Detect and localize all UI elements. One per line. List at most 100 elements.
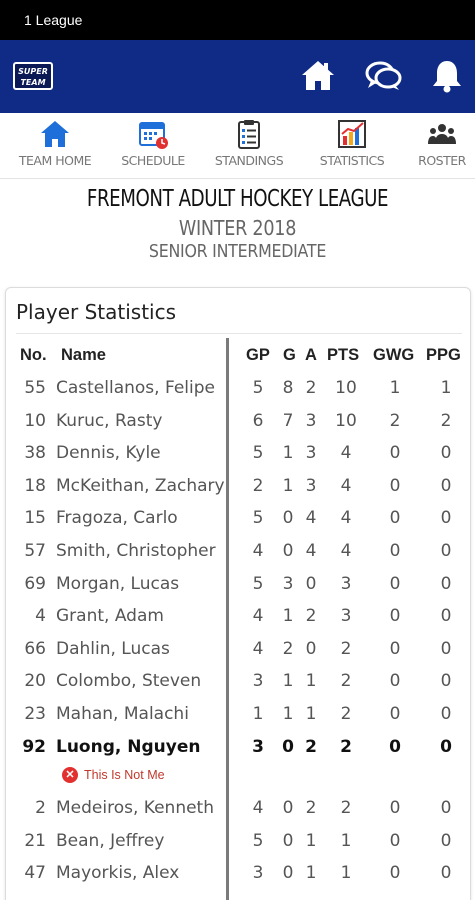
league-title: FREMONT ADULT HOCKEY LEAGUE — [86, 186, 389, 212]
league-season: WINTER 2018 — [178, 216, 297, 240]
stat-ppg: 0 — [440, 443, 452, 464]
stat-gwg: 0 — [389, 606, 401, 627]
stat-pts: 4 — [340, 475, 352, 496]
league-division: SENIOR INTERMEDIATE — [148, 241, 327, 262]
stat-a: 3 — [305, 410, 317, 431]
bell-icon[interactable] — [427, 56, 467, 96]
tab-schedule[interactable]: Schedule — [117, 113, 189, 179]
table-row[interactable]: 55 Castellanos, Felipe 5 8 2 10 1 1 — [6, 373, 470, 405]
table-row[interactable]: 47 Mayorkis, Alex 3 0 1 1 0 0 — [6, 858, 470, 890]
player-name: Smith, Christopher — [56, 541, 216, 561]
player-number: 2 — [35, 798, 46, 819]
player-name: Medeiros, Kenneth — [56, 798, 214, 819]
chat-icon[interactable] — [363, 56, 403, 96]
stat-ppg: 0 — [440, 704, 452, 724]
stat-a: 0 — [305, 638, 317, 659]
table-row[interactable]: 66 Dahlin, Lucas 4 2 0 2 0 0 — [6, 634, 470, 666]
player-name: Mayorkis, Alex — [56, 863, 180, 884]
table-row[interactable]: 10 Kuruc, Rasty 6 7 3 10 2 2 — [6, 406, 470, 438]
player-number: 92 — [22, 736, 46, 757]
table-row[interactable]: 92 Luong, Nguyen 3 0 2 2 0 0 — [6, 732, 470, 764]
stat-ppg: 0 — [440, 736, 452, 757]
player-number: 47 — [24, 863, 46, 884]
stat-pts: 10 — [335, 410, 357, 431]
col-header-no[interactable]: No. — [20, 346, 47, 365]
home-icon — [39, 118, 71, 150]
tab-standings[interactable]: Standings — [212, 113, 286, 179]
tab-label: Statistics — [319, 153, 385, 168]
player-name: Fragoza, Carlo — [56, 508, 178, 529]
chart-icon — [336, 118, 368, 150]
app-header: SUPER TEAM — [0, 40, 475, 113]
tab-team-home[interactable]: Team Home — [18, 113, 92, 179]
tab-label: Roster — [418, 153, 466, 168]
table-row[interactable]: 18 McKeithan, Zachary 2 1 3 4 0 0 — [6, 471, 470, 503]
table-row[interactable]: 69 Morgan, Lucas 5 3 0 3 0 0 — [6, 569, 470, 601]
col-header-a[interactable]: A — [305, 346, 317, 365]
player-number: 38 — [24, 443, 46, 464]
stat-a: 1 — [305, 671, 317, 692]
stat-a: 0 — [305, 573, 317, 594]
tab-roster[interactable]: Roster — [412, 113, 472, 179]
col-header-g[interactable]: G — [283, 346, 296, 365]
table-row[interactable]: 15 Fragoza, Carlo 5 0 4 4 0 0 — [6, 503, 470, 535]
stat-gwg: 0 — [389, 736, 401, 757]
stat-gp: 3 — [252, 863, 264, 884]
player-number: 21 — [24, 830, 46, 851]
stat-pts: 3 — [340, 606, 352, 627]
player-number: 55 — [24, 378, 46, 398]
stat-gwg: 2 — [389, 410, 401, 431]
stat-gwg: 0 — [389, 508, 401, 529]
table-row[interactable]: 21 Bean, Jeffrey 5 0 1 1 0 0 — [6, 826, 470, 858]
stat-ppg: 2 — [440, 410, 452, 431]
stat-gp: 1 — [252, 704, 264, 724]
player-name: Colombo, Steven — [56, 671, 202, 692]
table-row[interactable]: 2 Medeiros, Kenneth 4 0 2 2 0 0 — [6, 793, 470, 825]
stat-ppg: 0 — [440, 863, 452, 884]
home-icon[interactable] — [298, 56, 338, 96]
stat-pts: 1 — [340, 863, 352, 884]
player-name: Grant, Adam — [56, 606, 164, 627]
app-root: 1 League SUPER TEAM Team Home Schedule — [0, 0, 475, 900]
tab-bar: Team Home Schedule Standings Statistics … — [0, 113, 475, 179]
stat-a: 1 — [305, 830, 317, 851]
stat-gwg: 0 — [389, 830, 401, 851]
tab-statistics[interactable]: Statistics — [314, 113, 390, 179]
not-me-link[interactable]: ✕ This Is Not Me — [62, 767, 165, 784]
table-row[interactable]: 4 Grant, Adam 4 1 2 3 0 0 — [6, 601, 470, 633]
table-row[interactable]: 38 Dennis, Kyle 5 1 3 4 0 0 — [6, 438, 470, 470]
player-name: Kuruc, Rasty — [56, 410, 163, 431]
stat-gwg: 0 — [389, 671, 401, 692]
col-header-name[interactable]: Name — [61, 346, 106, 365]
col-header-pts[interactable]: PTS — [327, 346, 359, 365]
player-name: Dennis, Kyle — [56, 443, 161, 464]
table-row[interactable]: 20 Colombo, Steven 3 1 1 2 0 0 — [6, 666, 470, 698]
stat-a: 2 — [305, 798, 317, 819]
stat-gp: 5 — [252, 508, 264, 529]
player-name: Luong, Nguyen — [56, 736, 201, 757]
col-header-gwg[interactable]: GWG — [373, 346, 414, 365]
player-name: Dahlin, Lucas — [56, 638, 170, 659]
stat-ppg: 0 — [440, 798, 452, 819]
stat-gp: 3 — [252, 671, 264, 692]
col-header-ppg[interactable]: PPG — [426, 346, 461, 365]
stat-gp: 4 — [252, 606, 264, 627]
table-row[interactable]: 57 Smith, Christopher 4 0 4 4 0 0 — [6, 536, 470, 568]
team-logo[interactable]: SUPER TEAM — [13, 62, 53, 90]
calendar-icon — [137, 118, 169, 150]
stat-gwg: 0 — [389, 798, 401, 819]
stat-pts: 2 — [340, 736, 352, 757]
col-header-gp[interactable]: GP — [246, 346, 270, 365]
stat-gwg: 0 — [389, 443, 401, 464]
table-row[interactable]: 23 Mahan, Malachi 1 1 1 2 0 0 — [6, 699, 470, 731]
stat-pts: 2 — [340, 638, 352, 659]
stat-ppg: 0 — [440, 508, 452, 529]
stats-title: Player Statistics — [16, 300, 177, 324]
stat-gwg: 0 — [389, 704, 401, 724]
stat-gp: 5 — [252, 830, 264, 851]
stat-pts: 4 — [340, 508, 352, 529]
stat-a: 2 — [305, 736, 317, 757]
player-stats-card: Player Statistics No. Name GP G A PTS GW… — [5, 287, 471, 900]
stat-gp: 4 — [252, 541, 264, 561]
stat-gp: 6 — [252, 410, 264, 431]
